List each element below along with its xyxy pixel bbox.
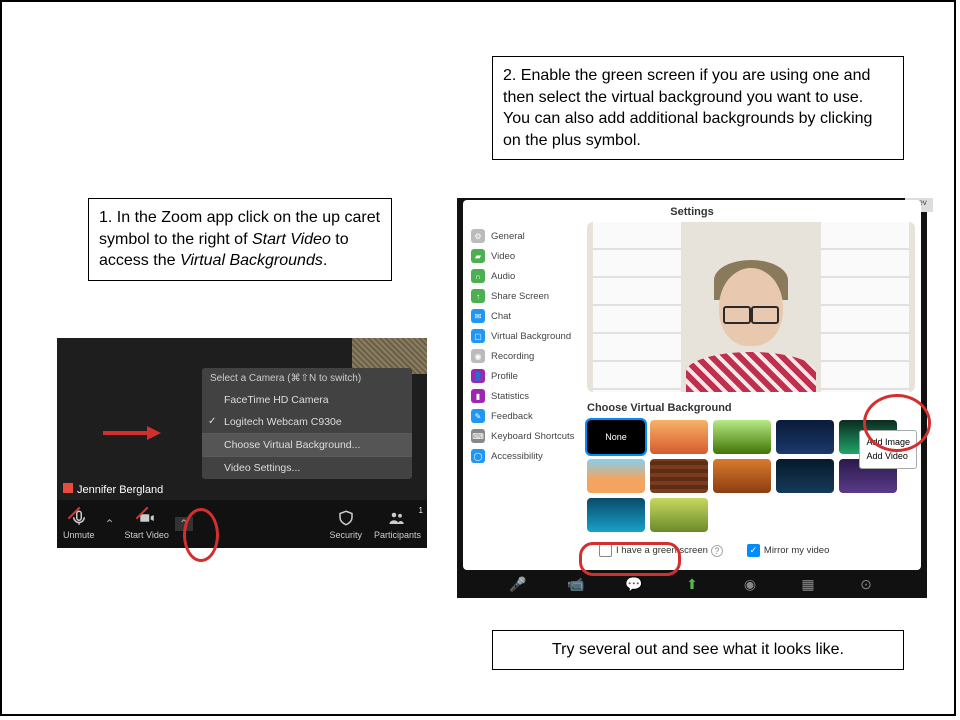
participants-button[interactable]: 1 Participants xyxy=(368,508,427,540)
settings-sidebar: ⚙General ▰Video ∩Audio ↑Share Screen ✉Ch… xyxy=(463,222,583,570)
apps-icon[interactable]: ▦ xyxy=(800,576,816,592)
video-off-icon xyxy=(137,508,157,528)
virtual-background-icon: ▢ xyxy=(471,329,485,343)
accessibility-icon: ◯ xyxy=(471,449,485,463)
presenter-name: Jennifer Bergland xyxy=(63,483,163,496)
callout-step-2: 2. Enable the green screen if you are us… xyxy=(492,56,904,160)
settings-content: Choose Virtual Background None xyxy=(587,222,915,570)
sidebar-item-general[interactable]: ⚙General xyxy=(463,226,583,246)
participant-count-badge: 1 xyxy=(419,506,423,515)
unmute-button[interactable]: Unmute xyxy=(57,508,101,540)
background-thumb-nightsky[interactable] xyxy=(776,459,834,493)
checkbox-checked-icon: ✓ xyxy=(747,544,760,557)
menu-item-camera-logitech[interactable]: Logitech Webcam C930e xyxy=(202,411,412,433)
add-video-option[interactable]: Add Video xyxy=(866,449,910,463)
feedback-icon: ✎ xyxy=(471,409,485,423)
sidebar-item-chat[interactable]: ✉Chat xyxy=(463,306,583,326)
callout-step-2-text: 2. Enable the green screen if you are us… xyxy=(503,67,872,149)
background-thumb-field[interactable] xyxy=(650,498,708,532)
bookshelf-right xyxy=(821,222,909,392)
callout-step-1: 1. In the Zoom app click on the up caret… xyxy=(88,198,392,281)
gear-icon: ⚙ xyxy=(471,229,485,243)
share-screen-icon: ↑ xyxy=(471,289,485,303)
sidebar-item-keyboard-shortcuts[interactable]: ⌨Keyboard Shortcuts xyxy=(463,426,583,446)
annotation-circle-greenscreen xyxy=(579,542,681,576)
callout-tryout: Try several out and see what it looks li… xyxy=(492,630,904,670)
microphone-muted-icon xyxy=(69,508,89,528)
profile-icon: 👤 xyxy=(471,369,485,383)
menu-item-video-settings[interactable]: Video Settings... xyxy=(202,457,412,479)
sidebar-item-recording[interactable]: ◉Recording xyxy=(463,346,583,366)
mirror-video-checkbox[interactable]: ✓ Mirror my video xyxy=(747,544,829,557)
shield-icon xyxy=(336,508,356,528)
security-button[interactable]: Security xyxy=(323,508,368,540)
background-thumb-canyon[interactable] xyxy=(713,459,771,493)
video-preview xyxy=(587,222,915,392)
sidebar-item-share-screen[interactable]: ↑Share Screen xyxy=(463,286,583,306)
statistics-icon: ▮ xyxy=(471,389,485,403)
chat-icon: ✉ xyxy=(471,309,485,323)
zoom-settings-panel: prev Settings ⚙General ▰Video ∩Audio ↑Sh… xyxy=(457,198,927,598)
sidebar-item-feedback[interactable]: ✎Feedback xyxy=(463,406,583,426)
sidebar-item-accessibility[interactable]: ◯Accessibility xyxy=(463,446,583,466)
chat-icon[interactable]: 💬 xyxy=(626,576,642,592)
annotation-circle-add xyxy=(863,394,931,452)
background-thumb-earth[interactable] xyxy=(776,420,834,454)
sidebar-item-virtual-background[interactable]: ▢Virtual Background xyxy=(463,326,583,346)
menu-item-camera-facetime[interactable]: FaceTime HD Camera xyxy=(202,389,412,411)
sidebar-item-profile[interactable]: 👤Profile xyxy=(463,366,583,386)
record-icon[interactable]: ◉ xyxy=(742,576,758,592)
recording-icon: ◉ xyxy=(471,349,485,363)
background-thumb-none[interactable]: None xyxy=(587,420,645,454)
annotation-circle-caret xyxy=(183,508,219,562)
zoom-main-toolbar: 🎤 📹 💬 ⬆ ◉ ▦ ⊙ xyxy=(457,570,927,598)
more-icon[interactable]: ⊙ xyxy=(858,576,874,592)
background-thumb-teal[interactable] xyxy=(587,498,645,532)
background-thumb-beach[interactable] xyxy=(587,459,645,493)
background-thumb-brick[interactable] xyxy=(650,459,708,493)
start-video-button[interactable]: Start Video xyxy=(119,508,175,540)
video-icon[interactable]: 📹 xyxy=(568,576,584,592)
mic-icon[interactable]: 🎤 xyxy=(510,576,526,592)
audio-icon: ∩ xyxy=(471,269,485,283)
zoom-toolbar-panel: Select a Camera (⌘⇧N to switch) FaceTime… xyxy=(57,338,427,548)
video-options-menu: Select a Camera (⌘⇧N to switch) FaceTime… xyxy=(202,368,412,479)
glasses xyxy=(723,306,779,322)
info-icon: ? xyxy=(711,545,723,557)
sidebar-item-audio[interactable]: ∩Audio xyxy=(463,266,583,286)
background-thumb-grass[interactable] xyxy=(713,420,771,454)
menu-item-choose-virtual-background[interactable]: Choose Virtual Background... xyxy=(202,434,412,456)
video-icon: ▰ xyxy=(471,249,485,263)
participants-icon xyxy=(387,508,407,528)
share-icon[interactable]: ⬆ xyxy=(684,576,700,592)
bookshelf-left xyxy=(593,222,681,392)
sidebar-item-statistics[interactable]: ▮Statistics xyxy=(463,386,583,406)
sidebar-item-video[interactable]: ▰Video xyxy=(463,246,583,266)
settings-title: Settings xyxy=(463,200,921,220)
audio-options-caret[interactable]: ⌃ xyxy=(101,517,119,531)
background-thumb-bridge[interactable] xyxy=(650,420,708,454)
zoom-controls-toolbar: Unmute ⌃ Start Video ⌃ Security xyxy=(57,500,427,548)
menu-header: Select a Camera (⌘⇧N to switch) xyxy=(202,368,412,389)
keyboard-icon: ⌨ xyxy=(471,429,485,443)
